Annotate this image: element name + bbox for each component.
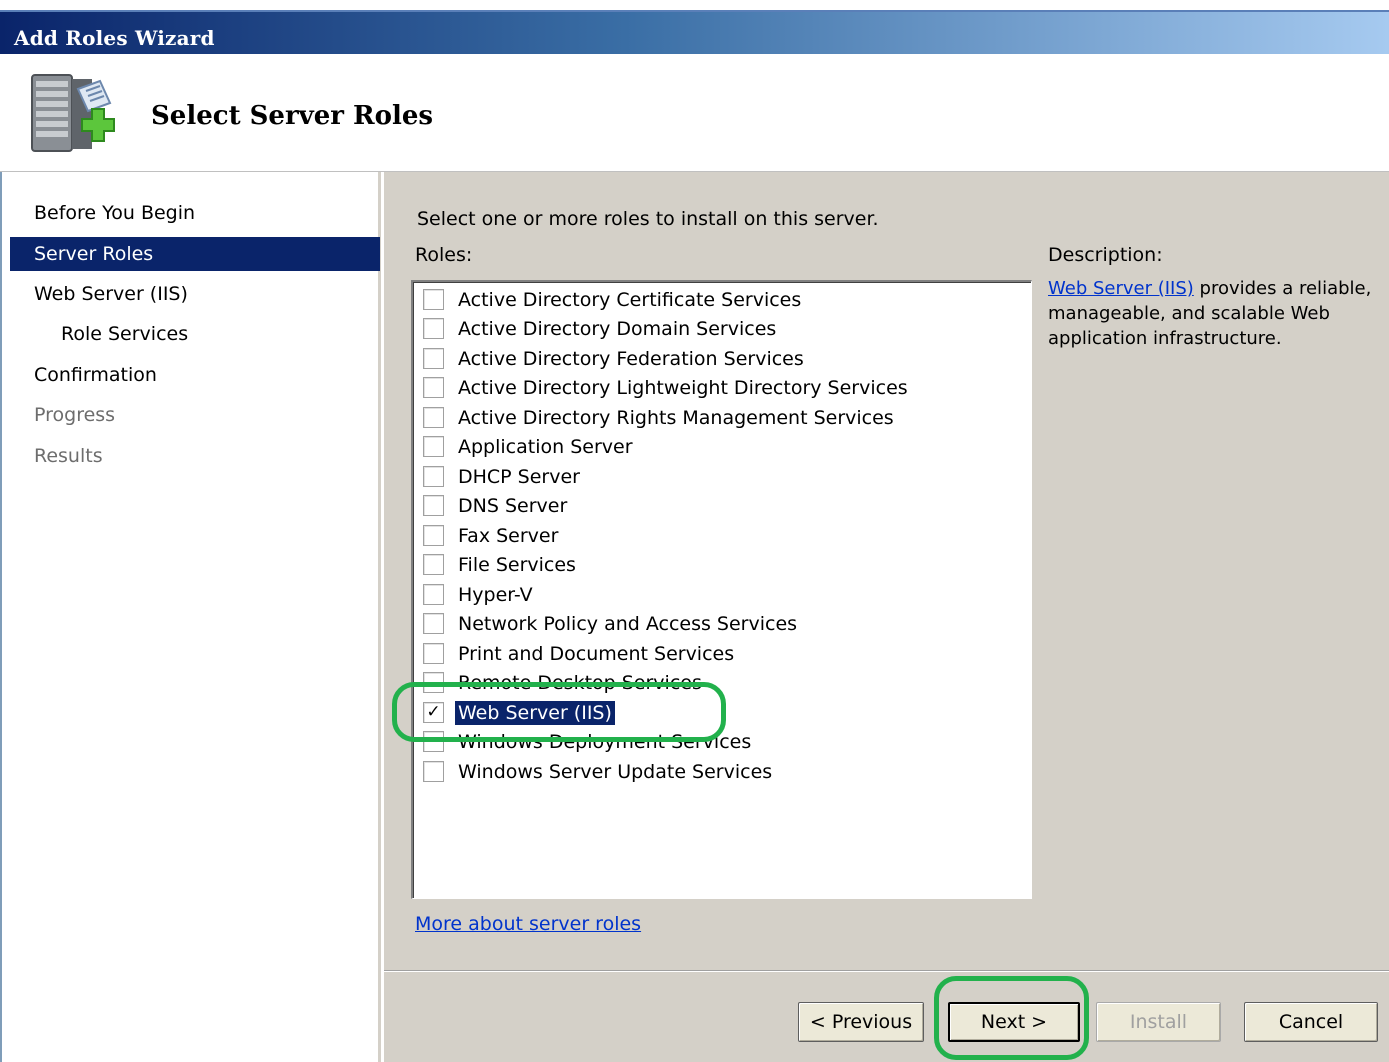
- role-item[interactable]: Windows Server Update Services: [423, 757, 772, 786]
- window-title: Add Roles Wizard: [14, 26, 215, 50]
- nav-step-before-you-begin[interactable]: Before You Begin: [10, 196, 380, 230]
- role-label: Remote Desktop Services: [458, 671, 702, 694]
- role-checkbox[interactable]: [423, 731, 444, 752]
- role-checkbox-checked[interactable]: ✓: [423, 702, 444, 723]
- role-checkbox[interactable]: [423, 348, 444, 369]
- page-title: Select Server Roles: [151, 101, 434, 131]
- role-label: DNS Server: [458, 494, 568, 517]
- role-checkbox[interactable]: [423, 407, 444, 428]
- role-checkbox[interactable]: [423, 289, 444, 310]
- role-item[interactable]: Active Directory Domain Services: [423, 314, 776, 343]
- role-item-selected[interactable]: ✓ Web Server (IIS): [423, 698, 615, 727]
- role-item[interactable]: Application Server: [423, 432, 633, 461]
- description-label: Description:: [1048, 244, 1163, 266]
- role-label: Active Directory Lightweight Directory S…: [458, 376, 908, 399]
- nav-step-confirmation[interactable]: Confirmation: [10, 358, 380, 392]
- role-item[interactable]: Network Policy and Access Services: [423, 609, 797, 638]
- role-label: Web Server (IIS): [455, 700, 615, 725]
- role-description: Web Server (IIS) provides a reliable, ma…: [1048, 276, 1389, 351]
- role-item[interactable]: Remote Desktop Services: [423, 668, 702, 697]
- role-label: Active Directory Domain Services: [458, 317, 777, 340]
- title-bar[interactable]: Add Roles Wizard: [0, 10, 1389, 54]
- role-item[interactable]: Fax Server: [423, 521, 558, 550]
- role-checkbox[interactable]: [423, 495, 444, 516]
- role-checkbox[interactable]: [423, 761, 444, 782]
- role-label: Windows Server Update Services: [458, 760, 773, 783]
- role-checkbox[interactable]: [423, 525, 444, 546]
- more-about-roles-link[interactable]: More about server roles: [415, 913, 641, 935]
- cancel-button[interactable]: Cancel: [1244, 1002, 1378, 1042]
- nav-step-results: Results: [34, 445, 103, 467]
- roles-list[interactable]: Active Directory Certificate Services Ac…: [411, 280, 1032, 899]
- nav-step-progress: Progress: [34, 404, 116, 426]
- role-checkbox[interactable]: [423, 436, 444, 457]
- description-role-link[interactable]: Web Server (IIS): [1048, 278, 1194, 299]
- role-label: Hyper-V: [458, 583, 533, 606]
- role-item[interactable]: File Services: [423, 550, 576, 579]
- role-item[interactable]: DNS Server: [423, 491, 567, 520]
- role-label: Active Directory Federation Services: [458, 347, 804, 370]
- role-item[interactable]: Active Directory Lightweight Directory S…: [423, 373, 908, 402]
- role-checkbox[interactable]: [423, 466, 444, 487]
- nav-step-web-server-iis[interactable]: Web Server (IIS): [10, 277, 380, 311]
- role-label: Network Policy and Access Services: [458, 612, 798, 635]
- role-label: Fax Server: [458, 524, 559, 547]
- wizard-header: Select Server Roles: [0, 54, 1389, 172]
- next-button[interactable]: Next >: [948, 1002, 1080, 1042]
- role-item[interactable]: Hyper-V: [423, 580, 533, 609]
- role-label: Print and Document Services: [458, 642, 735, 665]
- role-checkbox[interactable]: [423, 613, 444, 634]
- role-checkbox[interactable]: [423, 672, 444, 693]
- nav-step-server-roles[interactable]: Server Roles: [10, 237, 380, 271]
- roles-label: Roles:: [415, 244, 473, 266]
- server-add-icon: [31, 74, 115, 152]
- nav-step-role-services[interactable]: Role Services: [10, 317, 380, 351]
- role-label: Windows Deployment Services: [458, 730, 752, 753]
- wizard-step-nav: Before You Begin Server Roles Web Server…: [10, 172, 381, 1062]
- main-content: Select one or more roles to install on t…: [384, 172, 1389, 970]
- role-item[interactable]: Active Directory Federation Services: [423, 344, 804, 373]
- role-checkbox[interactable]: [423, 554, 444, 575]
- install-button: Install: [1096, 1002, 1221, 1042]
- role-checkbox[interactable]: [423, 318, 444, 339]
- role-item[interactable]: Active Directory Rights Management Servi…: [423, 403, 894, 432]
- role-item[interactable]: Windows Deployment Services: [423, 727, 751, 756]
- role-label: Active Directory Certificate Services: [458, 288, 802, 311]
- role-item[interactable]: DHCP Server: [423, 462, 580, 491]
- instruction-text: Select one or more roles to install on t…: [417, 208, 879, 230]
- role-label: DHCP Server: [458, 465, 580, 488]
- role-item[interactable]: Active Directory Certificate Services: [423, 285, 801, 314]
- previous-button[interactable]: < Previous: [798, 1002, 924, 1042]
- button-bar: < Previous Next > Install Cancel: [384, 970, 1389, 1062]
- left-frame: [0, 172, 10, 1062]
- role-label: Active Directory Rights Management Servi…: [458, 406, 894, 429]
- role-label: File Services: [458, 553, 576, 576]
- role-checkbox[interactable]: [423, 643, 444, 664]
- role-item[interactable]: Print and Document Services: [423, 639, 734, 668]
- role-label: Application Server: [458, 435, 633, 458]
- role-checkbox[interactable]: [423, 584, 444, 605]
- role-checkbox[interactable]: [423, 377, 444, 398]
